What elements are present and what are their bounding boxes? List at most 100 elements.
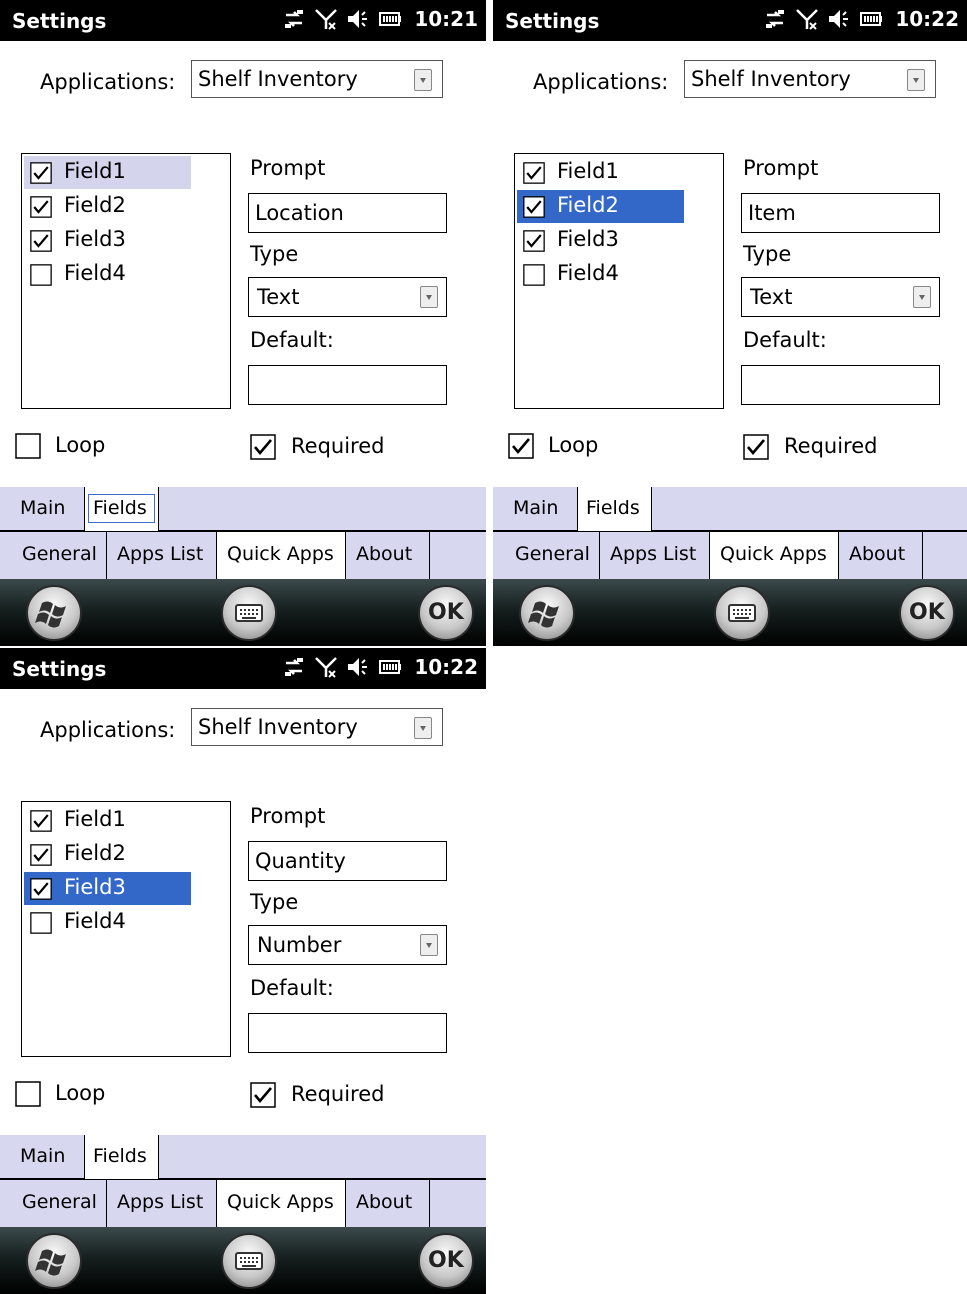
tab-quick-apps-label: Quick Apps	[227, 543, 334, 565]
prompt-input[interactable]: Location	[248, 193, 447, 233]
tab-about[interactable]: About	[346, 532, 430, 579]
fields-listbox[interactable]: Field1 Field2 Field3 Field4	[21, 801, 231, 1057]
field-label: Field1	[557, 159, 619, 183]
field-checkbox[interactable]	[523, 196, 545, 218]
chevron-down-icon[interactable]	[420, 934, 438, 956]
tab-apps-list[interactable]: Apps List	[107, 532, 217, 579]
applications-label: Applications:	[40, 70, 176, 94]
ok-button[interactable]: OK	[418, 1233, 474, 1289]
field-checkbox[interactable]	[30, 810, 52, 832]
type-dropdown[interactable]: Number	[248, 925, 447, 965]
required-checkbox[interactable]	[743, 434, 769, 460]
keyboard-button[interactable]	[714, 585, 770, 641]
list-item[interactable]: Field3	[517, 224, 684, 257]
loop-checkbox[interactable]	[15, 1081, 41, 1107]
loop-label: Loop	[55, 1081, 106, 1105]
list-item[interactable]: Field1	[517, 156, 684, 189]
required-checkbox[interactable]	[250, 434, 276, 460]
ok-label: OK	[428, 600, 464, 625]
default-label: Default:	[250, 976, 334, 1000]
list-item[interactable]: Field1	[24, 804, 191, 837]
field-label: Field2	[64, 841, 126, 865]
no-signal-icon	[796, 9, 819, 30]
list-item[interactable]: Field3	[24, 224, 191, 257]
list-item[interactable]: Field3	[24, 872, 191, 905]
field-checkbox[interactable]	[30, 912, 52, 934]
field-checkbox[interactable]	[30, 878, 52, 900]
list-item[interactable]: Field2	[517, 190, 684, 223]
start-button[interactable]	[26, 1233, 82, 1289]
ok-button[interactable]: OK	[418, 585, 474, 641]
keyboard-icon	[728, 604, 756, 622]
chevron-down-icon[interactable]	[420, 286, 438, 308]
list-item[interactable]: Field4	[517, 258, 684, 291]
tab-main-label: Main	[513, 497, 559, 519]
tab-main[interactable]: Main	[505, 487, 577, 530]
field-checkbox[interactable]	[30, 196, 52, 218]
tab-general[interactable]: General	[505, 532, 600, 579]
tab-about[interactable]: About	[839, 532, 923, 579]
keyboard-button[interactable]	[221, 585, 277, 641]
start-button[interactable]	[519, 585, 575, 641]
tab-general[interactable]: General	[12, 532, 107, 579]
tab-main[interactable]: Main	[12, 1135, 84, 1178]
field-checkbox[interactable]	[523, 230, 545, 252]
tab-fields[interactable]: Fields	[84, 1135, 159, 1179]
field-checkbox[interactable]	[30, 230, 52, 252]
field-label: Field4	[64, 261, 126, 285]
tab-general[interactable]: General	[12, 1180, 107, 1227]
status-bar-title: Settings	[12, 657, 107, 681]
field-checkbox[interactable]	[523, 264, 545, 286]
tab-quick-apps[interactable]: Quick Apps	[217, 532, 346, 579]
applications-dropdown[interactable]: Shelf Inventory	[191, 60, 443, 98]
tab-apps-list[interactable]: Apps List	[107, 1180, 217, 1227]
chevron-down-icon[interactable]	[414, 69, 432, 91]
keyboard-button[interactable]	[221, 1233, 277, 1289]
tab-apps-list-label: Apps List	[117, 1191, 204, 1213]
fields-listbox[interactable]: Field1 Field2 Field3 Field4	[514, 153, 724, 409]
field-checkbox[interactable]	[523, 162, 545, 184]
no-signal-icon	[315, 9, 338, 30]
ok-label: OK	[428, 1248, 464, 1273]
tab-fields[interactable]: Fields	[84, 487, 159, 531]
tab-quick-apps-label: Quick Apps	[227, 1191, 334, 1213]
tab-quick-apps[interactable]: Quick Apps	[217, 1180, 346, 1227]
list-item[interactable]: Field1	[24, 156, 191, 189]
field-checkbox[interactable]	[30, 162, 52, 184]
prompt-value: Location	[255, 201, 344, 225]
chevron-down-icon[interactable]	[907, 69, 925, 91]
type-value: Text	[257, 285, 300, 309]
applications-label: Applications:	[40, 718, 176, 742]
windows-start-icon	[35, 1249, 66, 1276]
required-checkbox[interactable]	[250, 1082, 276, 1108]
fields-listbox[interactable]: Field1 Field2 Field3 Field4	[21, 153, 231, 409]
loop-checkbox[interactable]	[508, 433, 534, 459]
chevron-down-icon[interactable]	[913, 286, 931, 308]
field-checkbox[interactable]	[30, 844, 52, 866]
applications-dropdown[interactable]: Shelf Inventory	[684, 60, 936, 98]
type-dropdown[interactable]: Text	[248, 277, 447, 317]
ok-button[interactable]: OK	[899, 585, 955, 641]
default-input[interactable]	[741, 365, 940, 405]
status-time: 10:22	[414, 655, 478, 679]
tab-quick-apps[interactable]: Quick Apps	[710, 532, 839, 579]
list-item[interactable]: Field4	[24, 906, 191, 939]
no-signal-icon	[315, 657, 338, 678]
type-dropdown[interactable]: Text	[741, 277, 940, 317]
tab-about[interactable]: About	[346, 1180, 430, 1227]
tab-apps-list[interactable]: Apps List	[600, 532, 710, 579]
applications-dropdown[interactable]: Shelf Inventory	[191, 708, 443, 746]
default-input[interactable]	[248, 365, 447, 405]
tab-main[interactable]: Main	[12, 487, 84, 530]
list-item[interactable]: Field4	[24, 258, 191, 291]
chevron-down-icon[interactable]	[414, 717, 432, 739]
field-checkbox[interactable]	[30, 264, 52, 286]
prompt-input[interactable]: Quantity	[248, 841, 447, 881]
start-button[interactable]	[26, 585, 82, 641]
list-item[interactable]: Field2	[24, 838, 191, 871]
list-item[interactable]: Field2	[24, 190, 191, 223]
tab-fields[interactable]: Fields	[577, 487, 652, 531]
default-input[interactable]	[248, 1013, 447, 1053]
prompt-input[interactable]: Item	[741, 193, 940, 233]
loop-checkbox[interactable]	[15, 433, 41, 459]
